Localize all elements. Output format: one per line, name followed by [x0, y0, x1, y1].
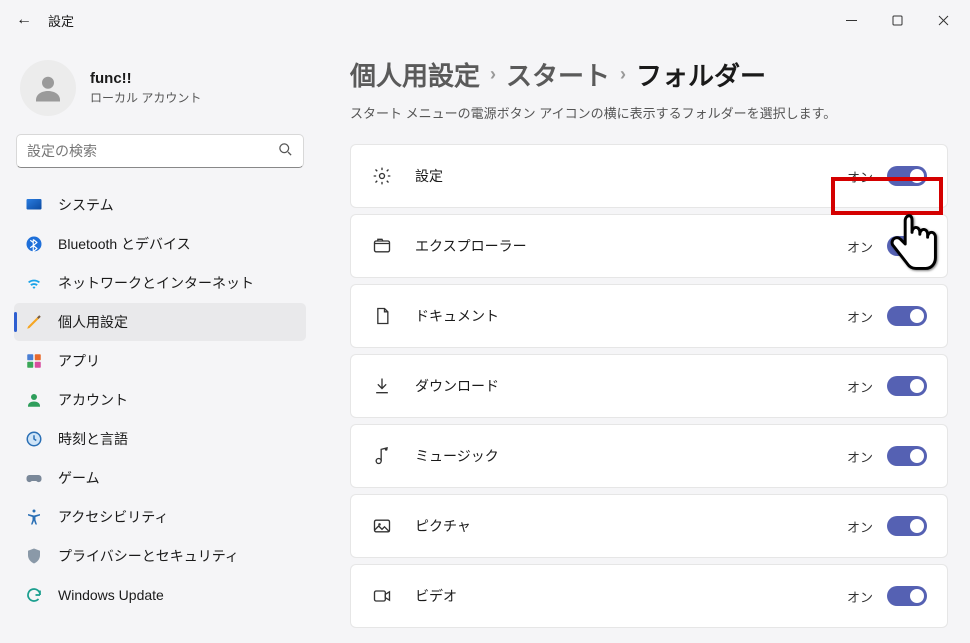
nav-label: プライバシーとセキュリティ [58, 546, 239, 566]
search-icon [278, 142, 293, 160]
shield-icon [24, 546, 44, 566]
nav-gaming[interactable]: ゲーム [14, 459, 306, 497]
toggle-state: オン [847, 517, 873, 536]
nav-personalization[interactable]: 個人用設定 [14, 303, 306, 341]
back-button[interactable]: ← [4, 11, 44, 29]
breadcrumb: 個人用設定 › スタート › フォルダー [350, 56, 948, 93]
nav-privacy[interactable]: プライバシーとセキュリティ [14, 537, 306, 575]
video-icon [369, 586, 395, 606]
toggle-state: オン [847, 587, 873, 606]
toggle-downloads[interactable] [887, 376, 927, 396]
toggle-pictures[interactable] [887, 516, 927, 536]
bluetooth-icon [24, 234, 44, 254]
card-pictures: ピクチャ オン [350, 494, 948, 558]
nav-label: アプリ [58, 351, 100, 371]
card-label: エクスプローラー [415, 236, 847, 256]
toggle-music[interactable] [887, 446, 927, 466]
explorer-icon [369, 236, 395, 256]
title-bar: ← 設定 [0, 0, 970, 40]
card-documents: ドキュメント オン [350, 284, 948, 348]
toggle-state: オン [847, 237, 873, 256]
picture-icon [369, 516, 395, 536]
toggle-state: オン [847, 447, 873, 466]
nav-system[interactable]: システム [14, 186, 306, 224]
apps-icon [24, 351, 44, 371]
download-icon [369, 376, 395, 396]
window-title: 設定 [48, 11, 74, 30]
nav-label: 個人用設定 [58, 312, 128, 332]
card-label: ミュージック [415, 446, 847, 466]
game-icon [24, 468, 44, 488]
nav-accessibility[interactable]: アクセシビリティ [14, 498, 306, 536]
nav-network[interactable]: ネットワークとインターネット [14, 264, 306, 302]
account-icon [24, 390, 44, 410]
profile-subtitle: ローカル アカウント [90, 89, 201, 106]
card-label: ダウンロード [415, 376, 847, 396]
close-button[interactable] [920, 4, 966, 36]
nav-label: Windows Update [58, 587, 164, 603]
crumb-folders: フォルダー [636, 56, 766, 93]
toggle-videos[interactable] [887, 586, 927, 606]
crumb-start[interactable]: スタート [506, 56, 610, 93]
nav-label: システム [58, 195, 114, 215]
nav-label: アカウント [58, 390, 128, 410]
sidebar: func!! ローカル アカウント システム Bluetooth とデバイス [0, 40, 320, 643]
avatar [20, 60, 76, 116]
toggle-state: オン [847, 377, 873, 396]
card-videos: ビデオ オン [350, 564, 948, 628]
maximize-button[interactable] [874, 4, 920, 36]
gear-icon [369, 166, 395, 186]
nav-bluetooth[interactable]: Bluetooth とデバイス [14, 225, 306, 263]
nav-update[interactable]: Windows Update [14, 576, 306, 614]
page-subtitle: スタート メニューの電源ボタン アイコンの横に表示するフォルダーを選択します。 [350, 103, 948, 122]
nav-accounts[interactable]: アカウント [14, 381, 306, 419]
toggle-settings[interactable] [887, 166, 927, 186]
card-downloads: ダウンロード オン [350, 354, 948, 418]
content-pane: 個人用設定 › スタート › フォルダー スタート メニューの電源ボタン アイコ… [320, 40, 970, 643]
minimize-button[interactable] [828, 4, 874, 36]
music-icon [369, 446, 395, 466]
nav-label: Bluetooth とデバイス [58, 234, 191, 254]
toggle-state: オン [847, 307, 873, 326]
nav-list: システム Bluetooth とデバイス ネットワークとインターネット 個人用設… [12, 186, 308, 614]
search-input[interactable] [27, 143, 278, 159]
nav-label: アクセシビリティ [58, 507, 168, 527]
search-box[interactable] [16, 134, 304, 168]
time-icon [24, 429, 44, 449]
system-icon [24, 195, 44, 215]
card-explorer: エクスプローラー オン [350, 214, 948, 278]
document-icon [369, 306, 395, 326]
toggle-state: オン [847, 167, 873, 186]
profile-block[interactable]: func!! ローカル アカウント [12, 52, 308, 134]
update-icon [24, 585, 44, 605]
nav-label: 時刻と言語 [58, 429, 128, 449]
chevron-right-icon: › [620, 64, 626, 85]
card-label: 設定 [415, 166, 847, 186]
nav-apps[interactable]: アプリ [14, 342, 306, 380]
card-settings: 設定 オン [350, 144, 948, 208]
toggle-documents[interactable] [887, 306, 927, 326]
chevron-right-icon: › [490, 64, 496, 85]
nav-time[interactable]: 時刻と言語 [14, 420, 306, 458]
toggle-explorer[interactable] [887, 236, 927, 256]
nav-label: ゲーム [58, 468, 100, 488]
card-label: ドキュメント [415, 306, 847, 326]
nav-label: ネットワークとインターネット [58, 273, 254, 293]
profile-name: func!! [90, 70, 201, 87]
crumb-personalization[interactable]: 個人用設定 [350, 56, 480, 93]
accessibility-icon [24, 507, 44, 527]
card-music: ミュージック オン [350, 424, 948, 488]
card-label: ピクチャ [415, 516, 847, 536]
card-label: ビデオ [415, 586, 847, 606]
paint-icon [24, 312, 44, 332]
wifi-icon [24, 273, 44, 293]
